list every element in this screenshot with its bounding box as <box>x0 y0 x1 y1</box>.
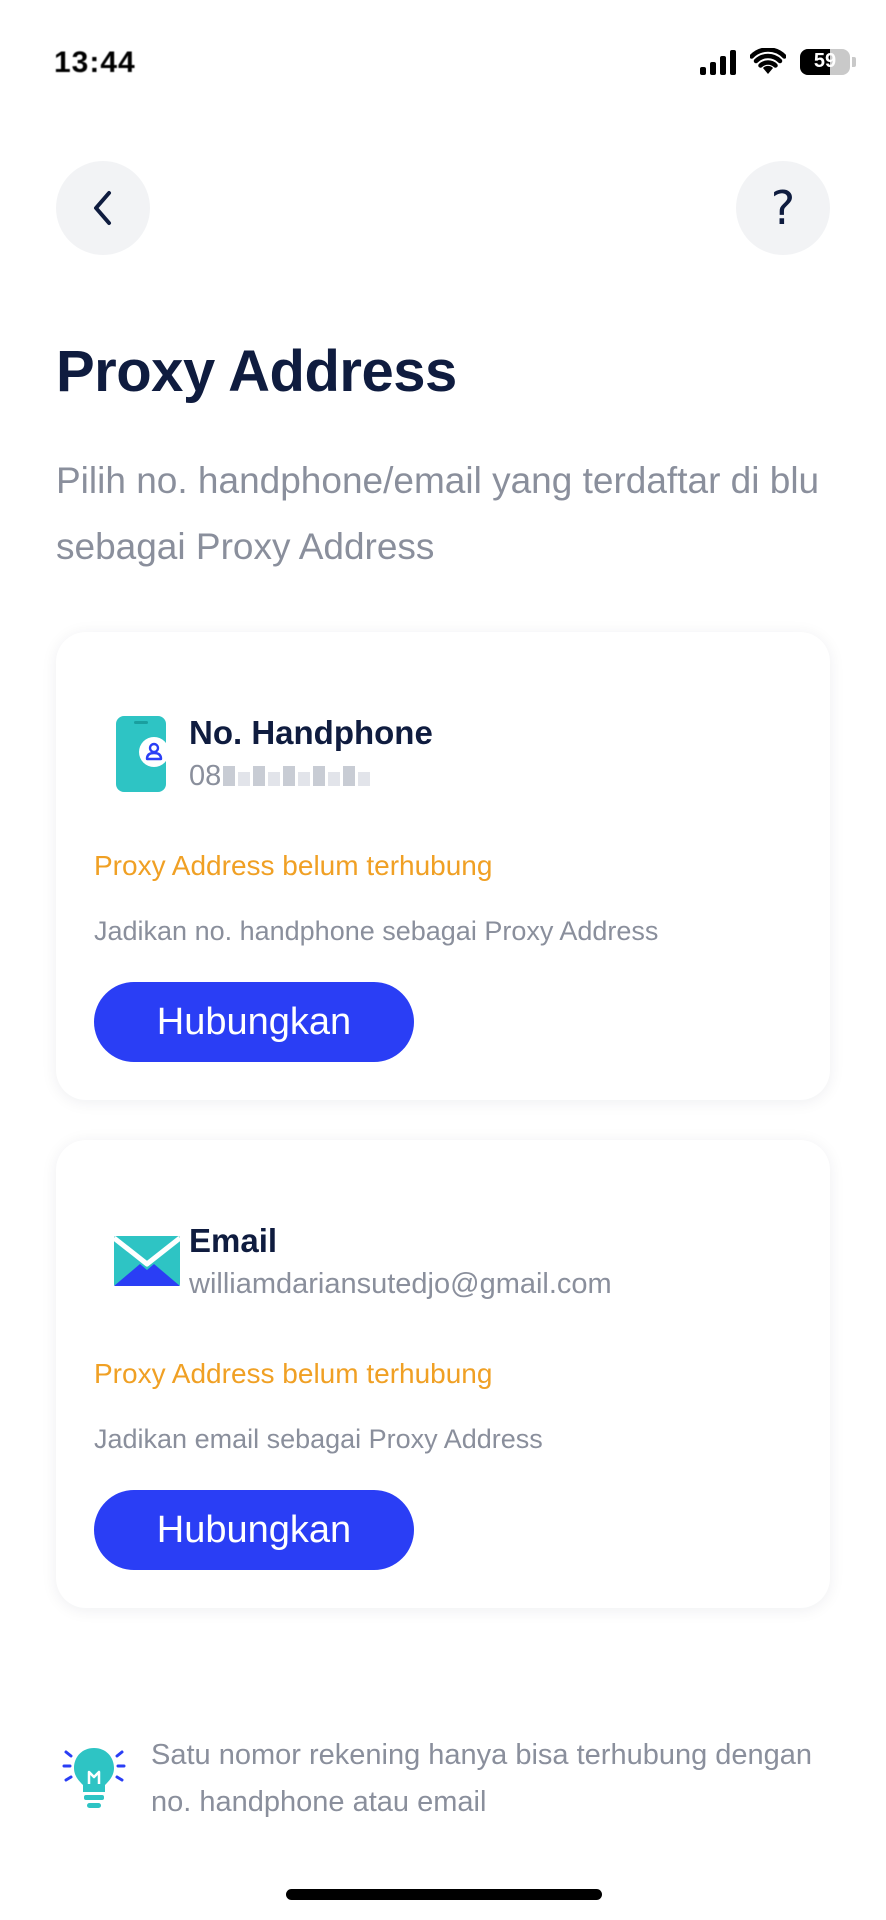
wifi-icon <box>750 48 786 74</box>
battery-percentage: 59 <box>813 50 837 72</box>
card-description: Jadikan email sebagai Proxy Address <box>94 1424 543 1454</box>
card-description: Jadikan no. handphone sebagai Proxy Addr… <box>94 916 659 946</box>
email-proxy-card: Email williamdariansutedjo@gmail.com Pro… <box>56 1140 830 1608</box>
status-time: 13:44 <box>54 46 136 79</box>
phone-number-value: 08 <box>189 760 373 794</box>
home-indicator[interactable] <box>286 1889 602 1900</box>
status-bar: 13:44 59 <box>0 0 886 120</box>
status-text: Proxy Address belum terhubung <box>94 850 493 881</box>
help-button[interactable]: ? <box>736 161 830 255</box>
info-text: Satu nomor rekening hanya bisa terhubung… <box>151 1739 813 1818</box>
phone-proxy-card: No. Handphone 08 Proxy Address belum ter… <box>56 632 830 1100</box>
connect-email-button[interactable]: Hubungkan <box>94 1490 414 1570</box>
page-title: Proxy Address <box>56 339 457 404</box>
phone-number-prefix: 08 <box>189 760 222 792</box>
battery-tip <box>852 57 856 67</box>
battery-icon: 59 <box>800 49 850 75</box>
status-text: Proxy Address belum terhubung <box>94 1358 493 1389</box>
cellular-signal-icon <box>700 49 736 75</box>
phone-number-masked <box>223 761 373 794</box>
lightbulb-icon <box>62 1748 126 1808</box>
page-subtitle: Pilih no. handphone/email yang terdaftar… <box>56 460 820 567</box>
card-title: No. Handphone <box>189 714 433 751</box>
card-title: Email <box>189 1222 278 1259</box>
status-icons: 59 <box>700 48 856 76</box>
connect-phone-button[interactable]: Hubungkan <box>94 982 414 1062</box>
envelope-icon <box>112 1236 182 1286</box>
email-value: williamdariansutedjo@gmail.com <box>189 1268 612 1300</box>
chevron-left-icon <box>94 191 111 225</box>
back-button[interactable] <box>56 161 150 255</box>
question-mark-icon: ? <box>770 181 796 235</box>
phone-user-icon <box>116 716 169 792</box>
